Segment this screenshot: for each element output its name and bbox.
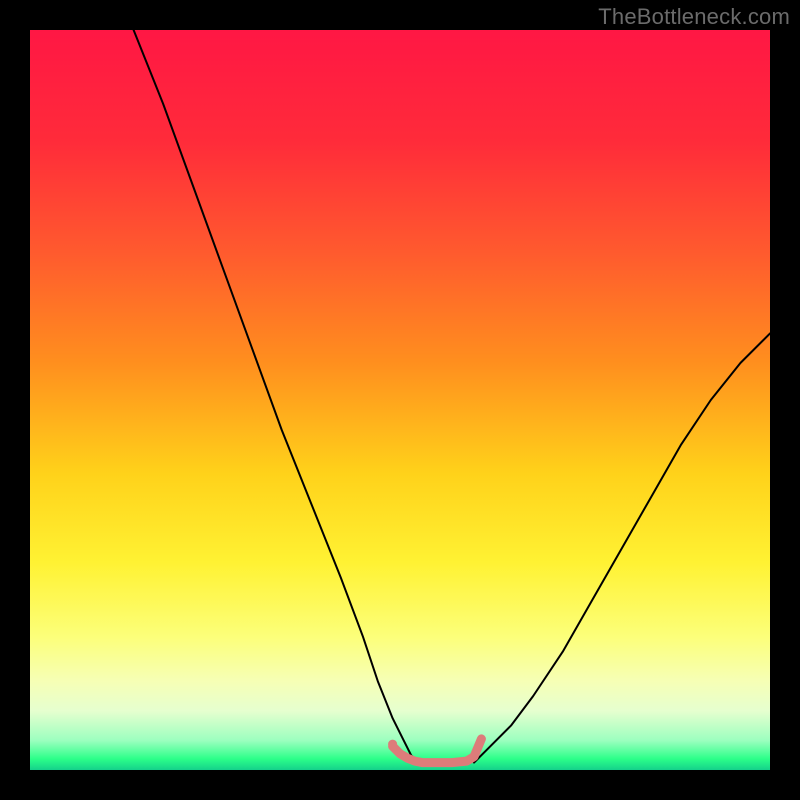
gradient-background [30, 30, 770, 770]
chart-frame: TheBottleneck.com [0, 0, 800, 800]
marker-left-dot [388, 740, 397, 749]
watermark-text: TheBottleneck.com [598, 4, 790, 30]
chart-svg [30, 30, 770, 770]
chart-plot-area [30, 30, 770, 770]
marker-layer [388, 740, 397, 749]
